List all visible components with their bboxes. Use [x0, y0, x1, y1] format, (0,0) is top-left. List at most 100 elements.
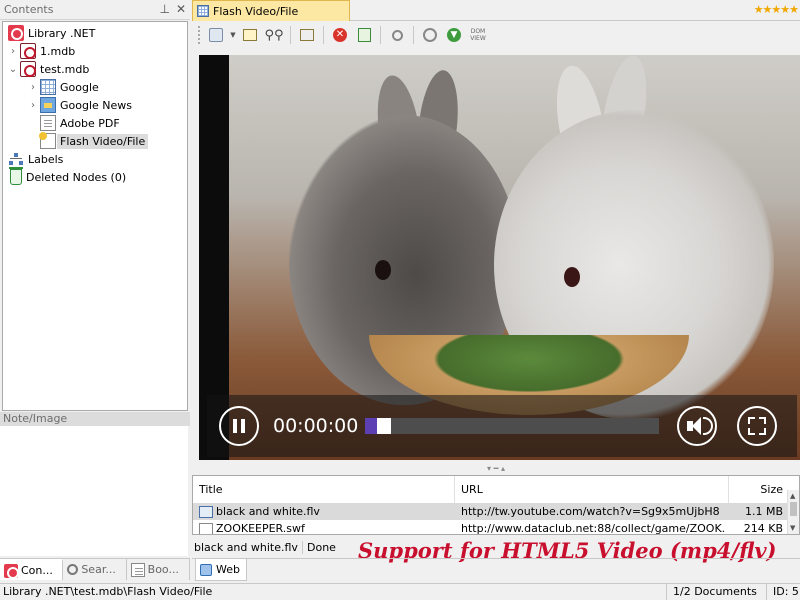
- edit-button[interactable]: [296, 24, 318, 46]
- tree-item-label: Adobe PDF: [60, 116, 120, 130]
- tree-item-deleted-nodes[interactable]: Deleted Nodes (0): [6, 167, 126, 186]
- database-icon: [20, 61, 36, 77]
- tree-item-label: Labels: [28, 152, 64, 166]
- video-file-icon: [199, 505, 213, 518]
- news-icon: [40, 97, 56, 113]
- search-icon: [67, 564, 79, 575]
- tree-item-label: Google: [60, 80, 99, 94]
- tree-item-library[interactable]: Library .NET: [6, 24, 95, 42]
- table-cell-size: 1.1 MB: [744, 505, 783, 518]
- column-header-title[interactable]: Title: [193, 476, 455, 504]
- tree-item-testmdb[interactable]: ⌄ test.mdb: [6, 60, 89, 78]
- tree-item-google[interactable]: › Google: [26, 78, 99, 96]
- back-icon: [423, 28, 437, 42]
- rating-stars[interactable]: ★★★★★: [754, 3, 799, 16]
- tree-item-adobe-pdf[interactable]: Adobe PDF: [26, 114, 120, 132]
- file-title: ZOOKEEPER.swf: [216, 522, 305, 535]
- database-icon: [20, 43, 36, 59]
- file-table: Title URL Size black and white.flv http:…: [192, 475, 800, 535]
- bottom-tabs: Web: [192, 558, 800, 581]
- tree-item-label: test.mdb: [40, 62, 90, 76]
- tree-item-google-news[interactable]: › Google News: [26, 96, 132, 114]
- search-button[interactable]: [386, 24, 408, 46]
- table-cell-title: black and white.flv: [199, 503, 453, 520]
- tree-item-label: 1.mdb: [40, 44, 76, 58]
- refresh-icon: [357, 28, 371, 42]
- properties-button[interactable]: [239, 24, 261, 46]
- close-icon[interactable]: ✕: [176, 2, 186, 16]
- grid-page-icon: [197, 5, 209, 17]
- page-icon: [40, 115, 56, 131]
- note-image-area[interactable]: [0, 426, 188, 556]
- expand-arrow-icon[interactable]: ›: [26, 100, 40, 111]
- tree-item-1mdb[interactable]: › 1.mdb: [6, 42, 75, 60]
- contents-pane-title: Contents: [4, 3, 54, 16]
- playback-time: 00:00:00: [273, 415, 359, 437]
- volume-button[interactable]: [677, 406, 717, 446]
- tab-web[interactable]: Web: [195, 559, 247, 581]
- back-button[interactable]: [419, 24, 441, 46]
- note-image-header: Note/Image: [0, 412, 190, 426]
- column-header-size[interactable]: Size: [729, 476, 789, 504]
- edit-icon: [300, 29, 314, 41]
- stop-button[interactable]: ✕: [329, 24, 351, 46]
- refresh-button[interactable]: [353, 24, 375, 46]
- table-cell-url: http://www.dataclub.net:88/collect/game/…: [461, 522, 725, 535]
- status-state: Done: [302, 540, 336, 554]
- stop-icon: ✕: [333, 28, 347, 42]
- forward-button[interactable]: ▼: [443, 24, 465, 46]
- table-row[interactable]: black and white.flv http://tw.youtube.co…: [193, 503, 789, 520]
- video-image-part: [564, 267, 580, 287]
- properties-icon: [243, 29, 257, 41]
- find-icon: ⚲⚲: [264, 27, 284, 43]
- left-pane-tabs: Con... Sear... Boo...: [0, 558, 190, 580]
- table-row[interactable]: ZOOKEEPER.swf http://www.dataclub.net:88…: [193, 520, 789, 535]
- dropdown-button[interactable]: ▼: [229, 24, 237, 46]
- add-page-icon: [209, 28, 223, 42]
- video-player[interactable]: 00:00:00: [199, 55, 800, 460]
- status-documents: 1/2 Documents: [666, 584, 757, 600]
- table-scrollbar[interactable]: ▲ ▼: [787, 490, 799, 534]
- horizontal-splitter[interactable]: ▾ ━ ▴: [192, 464, 800, 474]
- tree-item-flash-video[interactable]: Flash Video/File: [26, 132, 149, 150]
- status-bar: Library .NET\test.mdb\Flash Video/File 1…: [0, 583, 800, 600]
- video-controls: 00:00:00: [207, 395, 797, 457]
- document-tab[interactable]: Flash Video/File: [192, 0, 350, 21]
- grid-page-icon: [40, 79, 56, 95]
- dropdown-arrow-icon: ▼: [230, 31, 236, 39]
- expand-arrow-icon[interactable]: ›: [26, 82, 40, 93]
- toolbar-separator: [380, 26, 381, 44]
- status-id: ID: 5: [766, 584, 799, 600]
- search-icon: [391, 29, 403, 41]
- collapse-arrow-icon[interactable]: ⌄: [6, 64, 20, 75]
- progress-bar[interactable]: [365, 418, 659, 434]
- table-cell-url: http://tw.youtube.com/watch?v=Sg9x5mUjbH…: [461, 505, 720, 518]
- contents-tree: Library .NET › 1.mdb ⌄ test.mdb › Google…: [2, 21, 188, 411]
- tab-contents[interactable]: Con...: [0, 559, 64, 580]
- scroll-thumb[interactable]: [790, 502, 797, 516]
- pause-button[interactable]: [219, 406, 259, 446]
- dom-view-button[interactable]: DOM VIEW: [467, 24, 489, 46]
- tree-item-label: Library .NET: [28, 26, 96, 40]
- flash-file-icon: [199, 522, 213, 534]
- find-button[interactable]: ⚲⚲: [263, 24, 285, 46]
- scroll-down-icon[interactable]: ▼: [790, 524, 795, 532]
- progress-thumb[interactable]: [377, 418, 391, 434]
- column-header-url[interactable]: URL: [455, 476, 729, 504]
- tab-bookmarks[interactable]: Boo...: [127, 559, 190, 580]
- web-icon: [200, 563, 212, 576]
- fullscreen-button[interactable]: [737, 406, 777, 446]
- table-cell-size: 214 KB: [743, 522, 783, 535]
- expand-arrow-icon[interactable]: ›: [6, 46, 20, 57]
- tree-item-label: Google News: [60, 98, 133, 112]
- tab-search[interactable]: Sear...: [63, 559, 127, 580]
- library-icon: [8, 25, 24, 41]
- tree-item-labels[interactable]: Labels: [6, 150, 63, 168]
- toolbar-separator: [290, 26, 291, 44]
- pin-icon[interactable]: ⊥: [159, 2, 169, 16]
- contents-tab-icon: [4, 563, 19, 579]
- toolbar-grip[interactable]: [198, 26, 201, 44]
- scroll-up-icon[interactable]: ▲: [790, 492, 795, 500]
- video-image-part: [375, 260, 391, 280]
- add-page-button[interactable]: [205, 24, 227, 46]
